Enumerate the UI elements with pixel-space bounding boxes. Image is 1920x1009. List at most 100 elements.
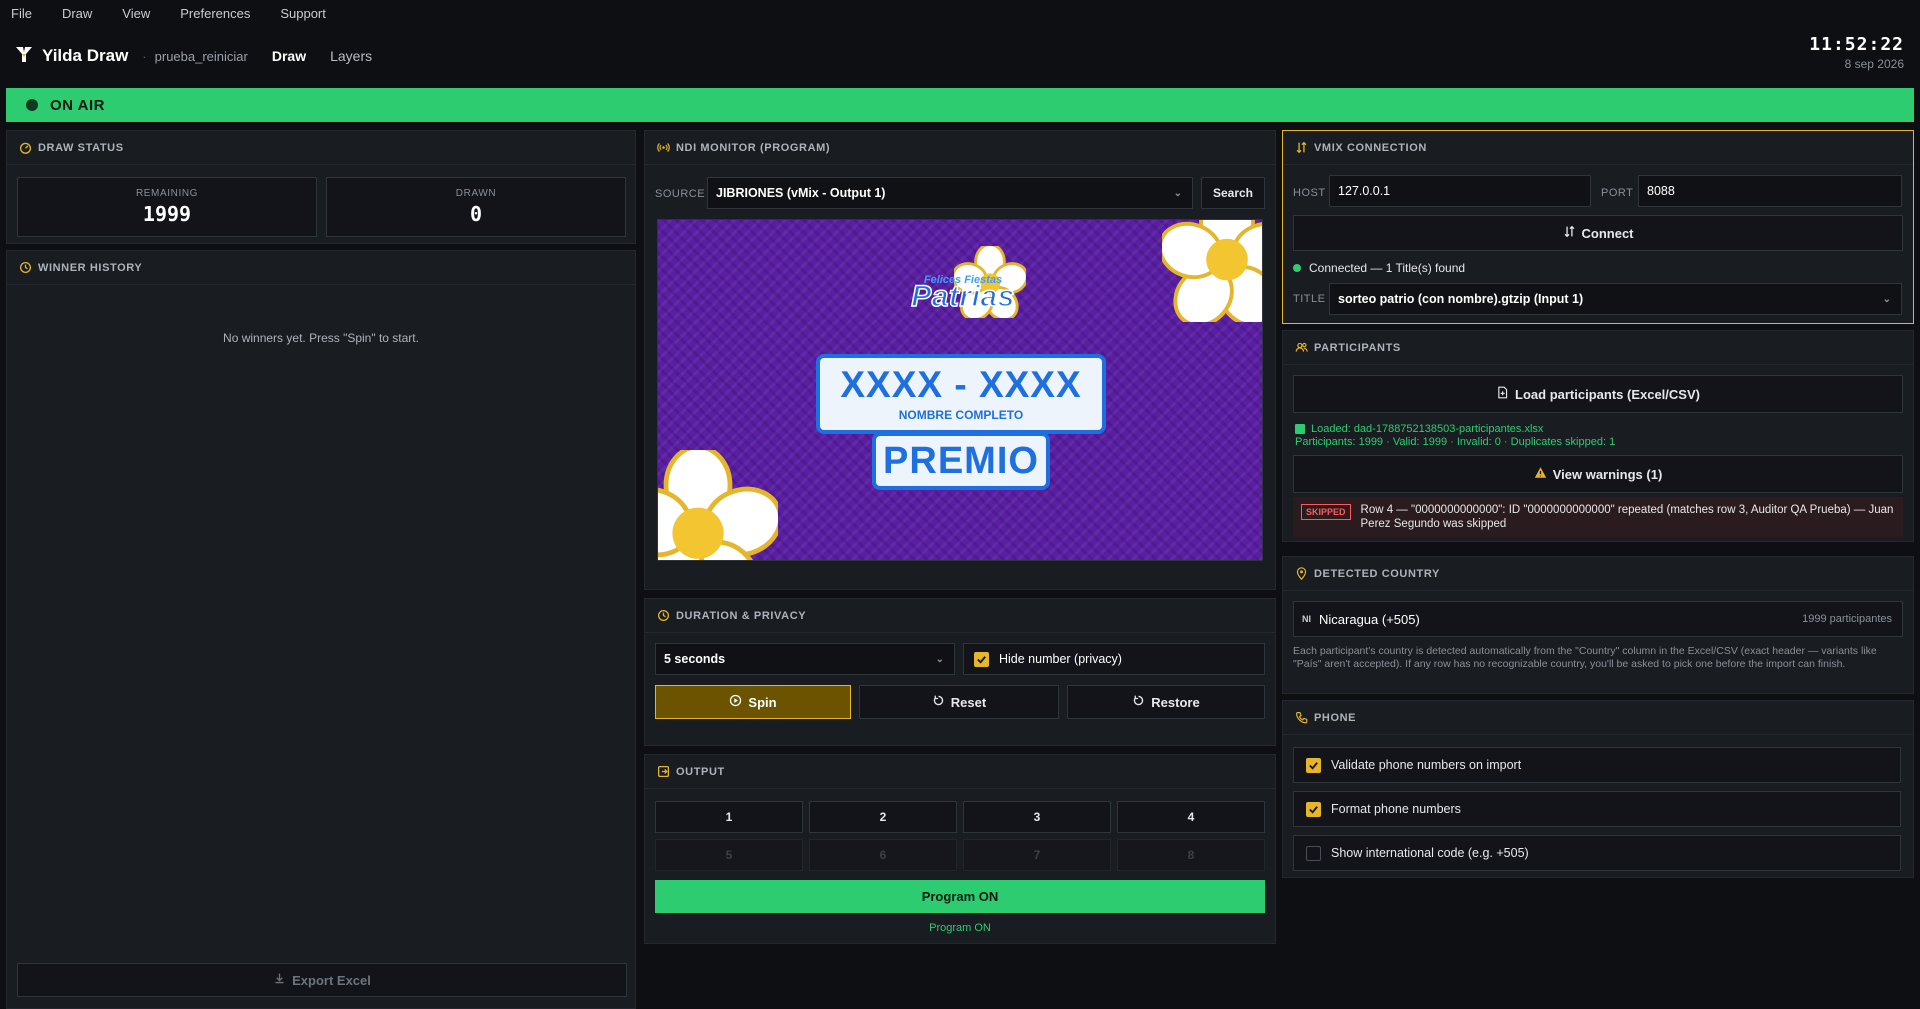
source-select[interactable]: JIBRIONES (vMix - Output 1) ⌄ [707,177,1193,209]
format-phone-toggle[interactable]: Format phone numbers [1293,791,1901,827]
participants-panel: PARTICIPANTS Load participants (Excel/CS… [1282,330,1914,542]
hide-number-toggle[interactable]: Hide number (privacy) [963,643,1265,675]
restore-button[interactable]: Restore [1067,685,1265,719]
output-button-2[interactable]: 2 [809,801,957,833]
ndi-monitor-title: NDI MONITOR (PROGRAM) [645,131,1275,165]
on-air-label: ON AIR [50,96,105,114]
clock-time: 11:52:22 [1809,34,1904,55]
warning-icon [1534,466,1547,482]
search-button[interactable]: Search [1201,177,1265,209]
participants-title: PARTICIPANTS [1283,331,1913,365]
output-button-7[interactable]: 7 [963,839,1111,871]
ndi-monitor-title-text: NDI MONITOR (PROGRAM) [676,141,831,154]
view-warnings-label: View warnings (1) [1552,466,1663,482]
tab-layers[interactable]: Layers [330,48,372,64]
output-button-5[interactable]: 5 [655,839,803,871]
country-help-text: Each participant's country is detected a… [1293,645,1877,670]
validate-phone-toggle[interactable]: Validate phone numbers on import [1293,747,1901,783]
broadcast-icon [657,141,670,154]
program-on-button[interactable]: Program ON [655,880,1265,913]
number-card: XXXX - XXXX NOMBRE COMPLETO [816,354,1106,434]
view-warnings-button[interactable]: View warnings (1) [1293,455,1903,493]
clock-icon [657,609,670,622]
reset-button[interactable]: Reset [859,685,1059,719]
app-header: Yilda Draw prueba_reiniciar Draw Layers … [0,26,1920,86]
menu-preferences[interactable]: Preferences [180,6,250,21]
menu-support[interactable]: Support [280,6,326,21]
prize-placeholder: PREMIO [883,440,1039,482]
skipped-warning: SKIPPED Row 4 — "0000000000000": ID "000… [1293,497,1903,537]
country-count: 1999 participantes [1802,613,1892,625]
title-select[interactable]: sorteo patrio (con nombre).gtzip (Input … [1329,283,1902,315]
chevron-down-icon: ⌄ [1882,293,1891,305]
clock-date: 8 sep 2026 [1844,57,1904,71]
detected-country-title: DETECTED COUNTRY [1283,557,1913,591]
history-icon [19,261,32,274]
program-preview: Felices Fiestas Patrias XXXX - XXXX NOMB… [657,219,1263,561]
international-code-toggle[interactable]: Show international code (e.g. +505) [1293,835,1901,871]
project-name[interactable]: prueba_reiniciar [142,49,248,64]
participants-summary: Participants: 1999 · Valid: 1999 · Inval… [1295,436,1616,448]
tab-draw[interactable]: Draw [272,48,306,64]
duration-select[interactable]: 5 seconds ⌄ [655,643,955,675]
remaining-box: REMAINING 1999 [17,177,317,237]
output-button-4[interactable]: 4 [1117,801,1265,833]
status-dot-icon [1293,264,1301,272]
logo-icon [14,44,34,69]
play-circle-icon [729,694,742,710]
export-excel-button[interactable]: Export Excel [17,963,627,997]
export-excel-label: Export Excel [292,972,371,988]
title-label: TITLE [1293,293,1326,305]
connect-button[interactable]: Connect [1293,215,1903,251]
spin-button[interactable]: Spin [655,685,851,719]
checkbox-checked-icon [1306,757,1321,773]
country-name: Nicaragua (+505) [1319,611,1420,627]
output-button-6[interactable]: 6 [809,839,957,871]
restore-button-label: Restore [1151,694,1200,710]
international-code-label: Show international code (e.g. +505) [1331,846,1529,860]
host-input[interactable]: 127.0.0.1 [1329,175,1591,207]
fiestas-patrias-logo: Felices Fiestas Patrias [888,246,1038,324]
program-status: Program ON [929,922,991,934]
duration-privacy-title: DURATION & PRIVACY [645,599,1275,633]
port-label: PORT [1601,187,1634,199]
draw-status-title: DRAW STATUS [7,131,635,165]
output-button-8[interactable]: 8 [1117,839,1265,871]
output-icon [657,765,670,778]
winner-history-title-text: WINNER HISTORY [38,261,143,274]
download-icon [273,972,286,988]
checkbox-checked-icon [1306,801,1321,817]
draw-status-title-text: DRAW STATUS [38,141,124,154]
connection-status: Connected — 1 Title(s) found [1293,261,1465,275]
title-select-value: sorteo patrio (con nombre).gtzip (Input … [1338,292,1584,306]
prize-card: PREMIO [872,432,1050,490]
users-icon [1295,341,1308,354]
load-participants-button[interactable]: Load participants (Excel/CSV) [1293,375,1903,413]
restore-icon [1132,694,1145,710]
detected-country-title-text: DETECTED COUNTRY [1314,567,1440,580]
ndi-monitor-panel: NDI MONITOR (PROGRAM) SOURCE JIBRIONES (… [644,130,1276,590]
remaining-value: 1999 [142,202,192,226]
loaded-file: Loaded: dad-1788752138503-participantes.… [1295,423,1543,435]
menu-draw[interactable]: Draw [62,6,92,21]
map-pin-icon [1295,567,1308,580]
port-input[interactable]: 8088 [1638,175,1902,207]
chevron-down-icon: ⌄ [1173,187,1182,199]
hide-number-label: Hide number (privacy) [999,652,1122,666]
output-button-3[interactable]: 3 [963,801,1111,833]
on-air-bar: ON AIR [6,88,1914,122]
menu-file[interactable]: File [11,6,32,21]
skipped-badge: SKIPPED [1301,504,1351,520]
app-logo: Yilda Draw [14,44,128,69]
country-code: NI [1302,614,1311,624]
loaded-file-text: Loaded: dad-1788752138503-participantes.… [1311,423,1544,435]
phone-title: PHONE [1283,701,1913,735]
output-title-text: OUTPUT [676,765,725,778]
output-button-1[interactable]: 1 [655,801,803,833]
search-button-label: Search [1212,186,1254,200]
vmix-connection-title: VMIX CONNECTION [1283,131,1913,165]
host-input-value: 127.0.0.1 [1338,184,1391,198]
on-air-indicator-icon [26,99,38,111]
connection-status-text: Connected — 1 Title(s) found [1309,261,1466,275]
menu-view[interactable]: View [122,6,150,21]
